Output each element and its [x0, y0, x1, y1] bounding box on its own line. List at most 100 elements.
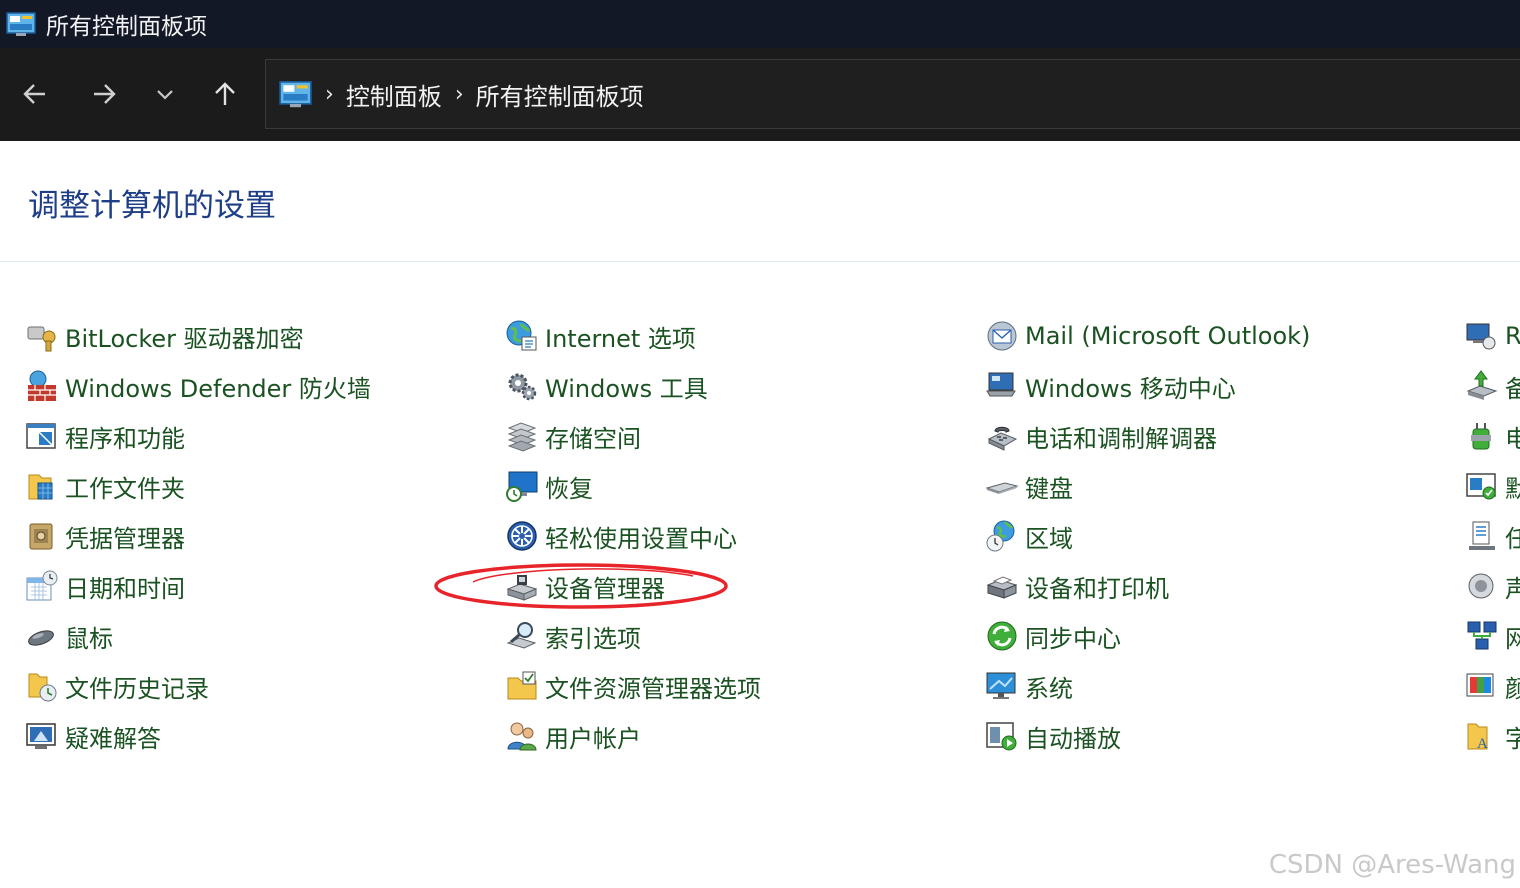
item-sound[interactable]: 声 — [1465, 566, 1520, 606]
control-panel-icon — [6, 12, 36, 36]
item-label: 程序和功能 — [65, 424, 185, 453]
item-autoplay[interactable]: 自动播放 — [985, 716, 1121, 756]
item-label: Windows 工具 — [545, 374, 708, 403]
item-backup[interactable]: 备 — [1465, 366, 1520, 406]
item-label: 文件历史记录 — [65, 674, 209, 703]
item-work-folders[interactable]: 工作文件夹 — [25, 466, 185, 506]
title-bar: 所有控制面板项 — [0, 0, 1520, 48]
item-remote-app[interactable]: R — [1465, 316, 1520, 356]
mail-icon — [987, 321, 1017, 351]
indexing-magnifier-icon — [506, 622, 537, 649]
item-troubleshooting[interactable]: 疑难解答 — [25, 716, 161, 756]
item-indexing-options[interactable]: 索引选项 — [505, 616, 641, 656]
item-label: R — [1505, 322, 1520, 350]
item-user-accounts[interactable]: 用户帐户 — [505, 716, 641, 756]
item-label: BitLocker 驱动器加密 — [65, 324, 304, 353]
item-bitlocker[interactable]: BitLocker 驱动器加密 — [25, 316, 304, 356]
system-monitor-icon — [986, 672, 1016, 699]
item-label: 默 — [1505, 474, 1520, 503]
item-label: 区域 — [1025, 524, 1073, 553]
keyboard-icon — [985, 482, 1019, 494]
item-mouse[interactable]: 鼠标 — [25, 616, 113, 656]
item-label: 用户帐户 — [545, 724, 641, 753]
item-label: Mail (Microsoft Outlook) — [1025, 322, 1311, 350]
gears-icon — [508, 373, 537, 401]
forward-button[interactable] — [84, 74, 124, 114]
item-taskbar[interactable]: 任 — [1465, 516, 1520, 556]
taskbar-icon — [1469, 521, 1495, 550]
back-button[interactable] — [15, 74, 55, 114]
region-globe-icon — [986, 520, 1015, 552]
arrow-up-icon — [215, 82, 235, 105]
item-label: 电话和调制解调器 — [1025, 424, 1217, 453]
users-icon — [507, 722, 537, 751]
item-recovery[interactable]: 恢复 — [505, 466, 593, 506]
item-credential-manager[interactable]: 凭据管理器 — [25, 516, 185, 556]
item-keyboard[interactable]: 键盘 — [985, 466, 1073, 506]
breadcrumb-separator[interactable]: › — [325, 82, 334, 107]
item-windows-tools[interactable]: Windows 工具 — [505, 366, 708, 406]
recent-locations-button[interactable] — [145, 74, 185, 114]
item-mail[interactable]: Mail (Microsoft Outlook) — [985, 316, 1310, 356]
bitlocker-key-icon — [27, 326, 56, 352]
item-firewall[interactable]: Windows Defender 防火墙 — [25, 366, 371, 406]
up-button[interactable] — [205, 74, 245, 114]
item-color[interactable]: 颜 — [1465, 666, 1520, 706]
item-file-explorer-options[interactable]: 文件资源管理器选项 — [505, 666, 761, 706]
item-network[interactable]: 网 — [1465, 616, 1520, 656]
item-power[interactable]: 电 — [1465, 416, 1520, 456]
firewall-icon — [28, 370, 56, 401]
arrow-right-icon — [94, 84, 116, 104]
item-label: 设备和打印机 — [1025, 574, 1169, 603]
item-label: 鼠标 — [65, 624, 113, 653]
item-label: 字 — [1505, 724, 1520, 753]
calendar-clock-icon — [26, 570, 58, 601]
item-fonts[interactable]: A 字 — [1465, 716, 1520, 756]
item-devices-printers[interactable]: 设备和打印机 — [985, 566, 1169, 606]
item-file-history[interactable]: 文件历史记录 — [25, 666, 209, 706]
page-title: 调整计算机的设置 — [28, 188, 276, 224]
file-history-icon — [28, 673, 57, 702]
item-label: 键盘 — [1025, 474, 1073, 503]
item-label: 颜 — [1505, 674, 1520, 703]
address-bar[interactable]: › 控制面板 › 所有控制面板项 — [265, 59, 1520, 129]
item-label: 轻松使用设置中心 — [545, 524, 737, 553]
phone-modem-icon — [987, 426, 1018, 451]
item-date-time[interactable]: 日期和时间 — [25, 566, 185, 606]
item-region[interactable]: 区域 — [985, 516, 1073, 556]
arrow-left-icon — [23, 84, 45, 104]
item-label: 系统 — [1025, 674, 1073, 703]
item-sync-center[interactable]: 同步中心 — [985, 616, 1121, 656]
breadcrumb-control-panel[interactable]: 控制面板 — [346, 77, 442, 112]
item-label: 声 — [1505, 574, 1520, 603]
navigation-bar: › 控制面板 › 所有控制面板项 — [0, 48, 1520, 141]
color-icon — [1466, 673, 1494, 697]
item-label: 工作文件夹 — [65, 474, 185, 503]
item-storage-spaces[interactable]: 存储空间 — [505, 416, 641, 456]
globe-icon — [506, 320, 537, 351]
backup-icon — [1466, 370, 1498, 400]
sync-icon — [987, 621, 1017, 651]
item-internet-options[interactable]: Internet 选项 — [505, 316, 696, 356]
item-ease-of-access[interactable]: 轻松使用设置中心 — [505, 516, 737, 556]
mouse-icon — [28, 630, 54, 646]
autoplay-icon — [986, 722, 1017, 751]
item-label: 网 — [1505, 624, 1520, 653]
item-label: 凭据管理器 — [65, 524, 185, 553]
storage-stack-icon — [507, 422, 537, 452]
breadcrumb-all-items[interactable]: 所有控制面板项 — [476, 77, 644, 112]
item-programs[interactable]: 程序和功能 — [25, 416, 185, 456]
item-label: 日期和时间 — [65, 574, 185, 603]
item-phone-modem[interactable]: 电话和调制解调器 — [985, 416, 1217, 456]
item-system[interactable]: 系统 — [985, 666, 1073, 706]
default-programs-icon — [1466, 473, 1496, 500]
watermark: CSDN @Ares-Wang — [1268, 850, 1516, 880]
breadcrumb-separator[interactable]: › — [455, 82, 464, 107]
item-label: Windows Defender 防火墙 — [65, 374, 371, 403]
item-default-programs[interactable]: 默 — [1465, 466, 1520, 506]
item-mobility-center[interactable]: Windows 移动中心 — [985, 366, 1236, 406]
item-device-manager[interactable]: 设备管理器 — [505, 566, 665, 606]
font-icon: A — [1467, 723, 1488, 752]
troubleshoot-icon — [26, 723, 56, 749]
recovery-monitor-icon — [506, 471, 538, 502]
